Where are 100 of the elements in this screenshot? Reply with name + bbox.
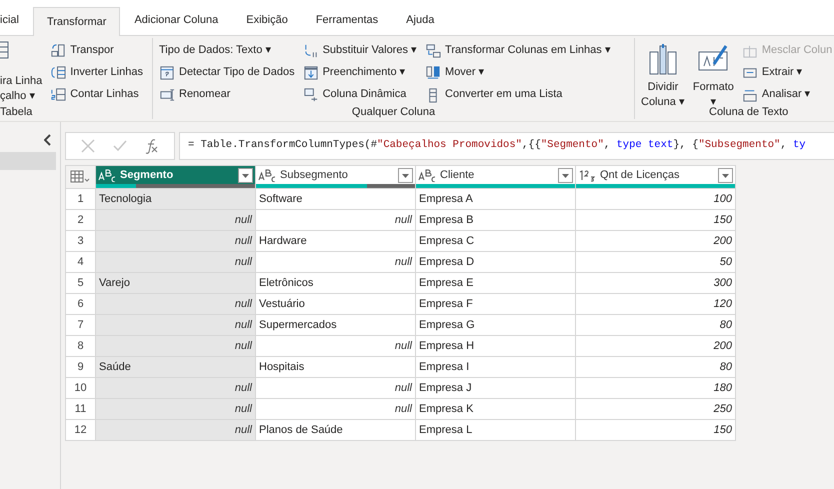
table-cell: 200 [576,336,736,356]
ribbon-tab[interactable]: Transformar [32,7,120,36]
table-cell: 200 [576,230,736,252]
table-cell: 50 [576,252,736,272]
table-cell: 250 [576,398,736,420]
row-number: 3 [66,230,96,252]
ribbon-button[interactable]: Transformar Colunas em Linhas ▾ [425,41,611,60]
table-cell: null [96,420,256,440]
ribbon-button[interactable]: Coluna Dinâmica [302,85,418,104]
row-number: 4 [66,252,96,272]
ribbon-tab[interactable]: Ferramentas [302,6,392,35]
column-header[interactable]: Segmento [96,166,256,188]
table-cell: null [256,398,416,420]
ribbon-button[interactable]: Transpor [50,41,143,60]
table-cell: Software [256,188,416,210]
ribbon-button[interactable]: Extrair ▾ [742,63,832,82]
table-cell: Hardware [256,230,416,252]
number-type-icon[interactable] [578,168,596,182]
table-cell: null [96,336,256,356]
table-cell: Empresa C [416,230,576,252]
column-header[interactable]: Subsegmento [256,166,416,188]
table-cell: null [96,230,256,252]
table-cell: 180 [576,378,736,398]
ribbon-button[interactable]: Renomear [159,85,295,104]
text-type-icon[interactable] [258,168,276,182]
table-cell: Supermercados [256,314,416,336]
ribbon-tab[interactable]: Adicionar Coluna [120,6,232,35]
table-cell: Vestuário [256,294,416,314]
unpivot-icon [425,42,442,58]
ribbon-button[interactable]: Tipo de Dados: Texto ▾ [159,41,295,60]
table-cell: null [96,252,256,272]
replace-values-icon [302,42,319,58]
table-cell: Varejo [96,272,256,294]
row-number: 9 [66,356,96,378]
table-cell: null [96,314,256,336]
ribbon-button[interactable]: Contar Linhas [50,85,143,104]
table-cell: Empresa A [416,188,576,210]
ribbon-button[interactable]: Preenchimento ▾ [302,63,418,82]
ribbon-button[interactable]: Detectar Tipo de Dados [159,63,295,82]
table-cell: Empresa B [416,210,576,230]
table-cell: Planos de Saúde [256,420,416,440]
filter-dropdown-icon[interactable] [558,168,573,182]
table-cell: null [96,398,256,420]
group-label: Tabela [0,105,34,120]
rename-icon [159,86,175,102]
table-cell: 150 [576,420,736,440]
table-cell: 300 [576,272,736,294]
pivot-icon [302,86,319,102]
row-number: 7 [66,314,96,336]
row-number: 8 [66,336,96,356]
table-cell: 150 [576,210,736,230]
table-cell: Empresa K [416,398,576,420]
group-label: Qualquer Coluna [350,105,436,120]
table-cell: Empresa H [416,336,576,356]
row-number: 6 [66,294,96,314]
move-columns-icon [425,64,442,80]
row-number: 11 [66,398,96,420]
function-icon[interactable] [145,138,159,154]
ribbon-tab[interactable]: icial [0,6,33,35]
reverse-rows-icon [50,64,66,80]
row-number: 5 [66,272,96,294]
ribbon-button[interactable]: Analisar ▾ [742,85,832,104]
table-cell: null [96,378,256,398]
table-cell: null [96,210,256,230]
check-icon[interactable] [113,139,127,153]
ribbon-button[interactable]: Inverter Linhas [50,63,143,82]
table-cell: Tecnologia [96,188,256,210]
table-cell: Saúde [96,356,256,378]
text-type-icon[interactable] [418,168,436,182]
table-cell: Empresa D [416,252,576,272]
table-cell: 120 [576,294,736,314]
table-cell: null [256,252,416,272]
ribbon-large-button[interactable]: ira Linha çalho ▾ [0,40,42,104]
ribbon-tab[interactable]: Ajuda [392,6,448,35]
count-rows-icon [50,86,66,102]
row-number: 12 [66,420,96,440]
row-number: 2 [66,210,96,230]
row-number: 1 [66,188,96,210]
row-number: 10 [66,378,96,398]
table-cell: 80 [576,356,736,378]
table-cell: Hospitais [256,356,416,378]
ribbon-button[interactable]: Substituir Valores ▾ [302,41,418,60]
filter-dropdown-icon[interactable] [238,168,253,182]
transpose-icon [50,42,66,58]
table-cell: null [256,336,416,356]
filter-dropdown-icon[interactable] [398,168,413,182]
ribbon-large-button[interactable]: Formato ▾ [692,40,734,104]
ribbon-large-button[interactable]: Dividir Coluna ▾ [641,40,685,104]
ribbon-tab[interactable]: Exibição [232,6,302,35]
filter-dropdown-icon[interactable] [718,168,733,182]
grid-icon [0,40,9,60]
column-header[interactable]: Qnt de Licenças [576,166,736,188]
table-cell: Empresa E [416,272,576,294]
table-menu-icon[interactable] [70,170,92,184]
ribbon-button[interactable]: Mover ▾ [425,63,611,82]
collapse-chevron-icon[interactable] [44,134,52,146]
detect-type-icon [159,64,175,80]
table-cell: 100 [576,188,736,210]
ribbon-button[interactable]: Converter em uma Lista [425,85,611,104]
column-header[interactable]: Cliente [416,166,576,188]
